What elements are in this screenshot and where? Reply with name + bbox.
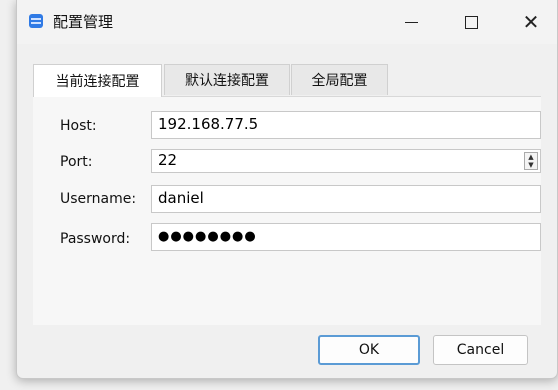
username-field[interactable]: daniel (151, 185, 541, 213)
app-icon (29, 14, 43, 28)
spin-up-icon[interactable]: ▲ (525, 153, 537, 161)
maximize-icon (464, 15, 478, 29)
config-dialog: 配置管理 ✕ 当前连接配置 默认连接配置 全局配置 Host: 192.168.… (16, 0, 558, 379)
tab-global-config[interactable]: 全局配置 (291, 64, 388, 95)
spin-down-icon[interactable]: ▼ (525, 161, 537, 169)
minimize-icon (404, 21, 418, 23)
title-bar[interactable]: 配置管理 ✕ (17, 0, 557, 44)
username-label: Username: (60, 191, 137, 207)
close-icon: ✕ (522, 10, 540, 34)
host-label: Host: (60, 118, 97, 134)
window-title: 配置管理 (53, 13, 114, 31)
password-label: Password: (60, 231, 131, 247)
password-field[interactable]: ●●●●●●●● (151, 223, 541, 251)
tab-default-connection[interactable]: 默认连接配置 (164, 64, 290, 95)
close-button[interactable]: ✕ (501, 0, 557, 44)
cancel-button[interactable]: Cancel (433, 335, 528, 365)
maximize-button[interactable] (441, 0, 501, 44)
port-spinbox[interactable]: 22 ▲ ▼ (151, 149, 541, 173)
tab-panel: Host: 192.168.77.5 Port: 22 ▲ ▼ Username… (33, 96, 541, 325)
tab-current-connection[interactable]: 当前连接配置 (33, 64, 162, 97)
port-label: Port: (60, 154, 93, 170)
port-value: 22 (158, 151, 178, 169)
ok-button[interactable]: OK (318, 335, 420, 365)
host-field[interactable]: 192.168.77.5 (151, 111, 541, 139)
minimize-button[interactable] (381, 0, 441, 44)
port-spinner-buttons[interactable]: ▲ ▼ (524, 152, 538, 170)
